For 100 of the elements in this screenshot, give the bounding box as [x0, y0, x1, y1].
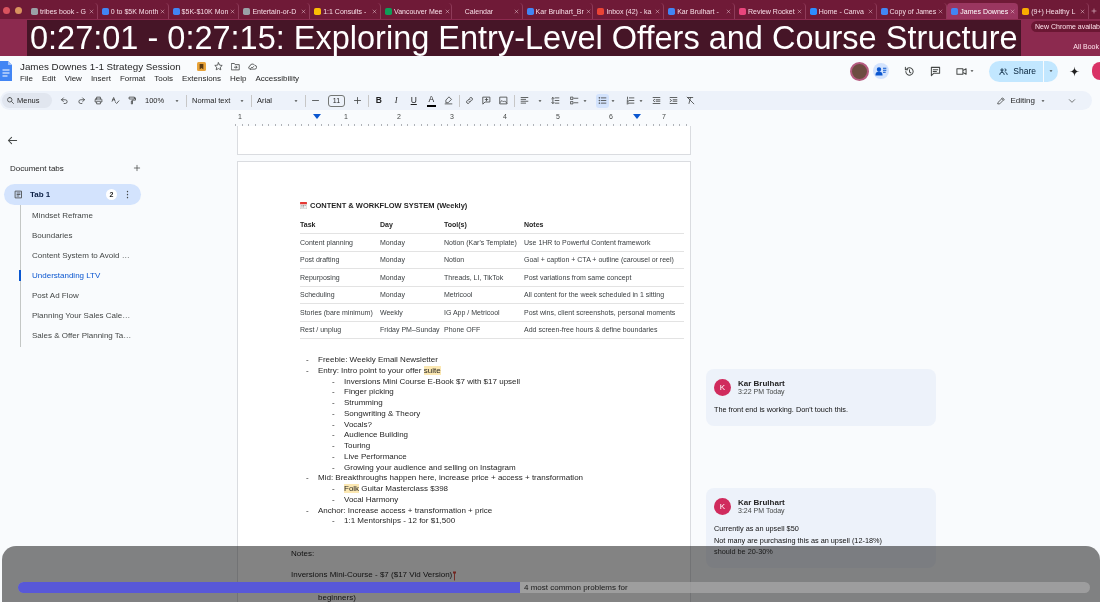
menu-item[interactable]: Edit — [41, 73, 56, 84]
notes-heading: Notes: — [291, 549, 315, 560]
close-tab-icon[interactable] — [513, 8, 519, 14]
window-minimize-icon[interactable] — [15, 7, 22, 14]
share-button[interactable]: Share — [989, 60, 1043, 82]
close-tab-icon[interactable] — [725, 8, 731, 14]
outline-item[interactable]: Boundaries — [19, 229, 73, 241]
history-icon[interactable] — [904, 65, 916, 77]
author-avatar: K — [714, 379, 731, 396]
outline-item[interactable]: Content System to Avoid … — [19, 249, 130, 261]
new-tab-icon[interactable] — [1090, 8, 1097, 14]
italic-button[interactable]: I — [391, 96, 401, 105]
account-avatar-icon[interactable] — [1092, 62, 1100, 80]
bullet-marker: - — [306, 365, 310, 377]
align-left-icon[interactable] — [520, 96, 529, 105]
redo-icon[interactable] — [77, 96, 86, 105]
sparkle-icon[interactable] — [1069, 65, 1080, 77]
link-icon[interactable] — [465, 96, 474, 105]
plus-icon[interactable] — [353, 96, 362, 105]
progress-track[interactable] — [18, 582, 1090, 593]
menu-item[interactable]: View — [64, 73, 82, 84]
comment-icon[interactable] — [930, 65, 942, 77]
editing-mode-dropdown[interactable]: Editing — [996, 96, 1046, 105]
caret-icon — [239, 97, 245, 104]
caret-icon[interactable] — [537, 97, 543, 104]
move-to-folder-icon[interactable] — [230, 62, 240, 71]
caret-icon — [1040, 97, 1046, 104]
line-spacing-icon[interactable] — [551, 96, 560, 105]
list-item-text: Audience Building — [344, 430, 409, 441]
outline-item[interactable]: Sales & Offer Planning Ta… — [19, 329, 132, 341]
outline-item[interactable]: Post Ad Flow — [19, 289, 79, 301]
increase-indent-icon[interactable] — [669, 96, 678, 105]
caret-icon[interactable] — [969, 68, 976, 74]
docs-logo-icon[interactable] — [0, 61, 12, 81]
close-tab-icon[interactable] — [372, 8, 377, 14]
document-title[interactable]: James Downes 1-1 Strategy Session — [20, 60, 181, 73]
underline-button[interactable]: U — [409, 96, 419, 105]
menu-item[interactable]: Tools — [154, 73, 173, 84]
close-tab-icon[interactable] — [230, 8, 236, 14]
outline-item[interactable]: Planning Your Sales Cale… — [19, 309, 131, 321]
numbered-list-button[interactable] — [624, 93, 637, 108]
close-tab-icon[interactable] — [796, 8, 802, 14]
text-color-button[interactable]: A — [426, 94, 436, 107]
print-icon[interactable] — [94, 96, 103, 105]
close-tab-icon[interactable] — [301, 8, 307, 14]
menu-item[interactable]: Format — [119, 73, 146, 84]
chevron-icon[interactable] — [1068, 96, 1076, 105]
video-caption: 0:27:01 - 0:27:15: Exploring Entry-Level Offers and Course Structure — [27, 20, 1021, 56]
close-tab-icon[interactable] — [867, 8, 873, 14]
avatar-placeholder[interactable] — [850, 61, 870, 81]
bullet-marker: - — [332, 408, 336, 420]
close-tab-icon[interactable] — [585, 8, 591, 14]
close-tab-icon[interactable] — [1010, 8, 1016, 14]
outline-item[interactable]: Mindset Reframe — [19, 209, 93, 221]
bold-button[interactable]: B — [374, 96, 384, 105]
bullet-marker: - — [332, 462, 336, 474]
close-tab-icon[interactable] — [88, 8, 94, 14]
menu-item[interactable]: Accessibility — [255, 73, 300, 84]
highlighter-icon[interactable] — [444, 96, 453, 105]
outline-item[interactable]: Understanding LTV — [19, 269, 101, 281]
cloud-saved-icon[interactable] — [247, 62, 257, 71]
contact-card-icon[interactable] — [873, 63, 890, 79]
task-list-button[interactable] — [568, 93, 581, 108]
list-item-text: Touring — [344, 441, 371, 452]
sidebar-heading: Document tabs — [10, 163, 64, 173]
menu-item[interactable]: Help — [230, 73, 247, 84]
close-tab-icon[interactable] — [938, 8, 944, 14]
list-item-text: Folk Guitar Masterclass $398 — [344, 484, 449, 495]
indent-marker-icon[interactable] — [313, 114, 321, 119]
caret-icon[interactable] — [638, 97, 644, 104]
add-tab-icon[interactable] — [133, 164, 141, 172]
decrease-indent-icon[interactable] — [652, 96, 661, 105]
caret-icon[interactable] — [582, 97, 588, 104]
window-close-icon[interactable] — [3, 7, 10, 14]
bullet-marker: - — [332, 484, 336, 495]
video-camera-icon[interactable] — [956, 65, 968, 77]
menu-item[interactable]: Extensions — [181, 73, 222, 84]
close-tab-icon[interactable] — [655, 8, 661, 14]
close-tab-icon[interactable] — [160, 8, 166, 14]
add-comment-icon[interactable] — [482, 96, 491, 105]
bullet-marker: - — [332, 451, 336, 463]
indent-marker-icon[interactable] — [633, 114, 641, 119]
menu-item[interactable]: Insert — [90, 73, 111, 84]
clear-formatting-icon[interactable] — [686, 96, 695, 105]
bullet-marker: - — [332, 441, 336, 452]
undo-icon[interactable] — [60, 96, 69, 105]
bookmark-icon[interactable] — [196, 62, 206, 71]
back-arrow-icon[interactable] — [7, 135, 18, 146]
star-icon[interactable] — [213, 62, 223, 71]
image-icon[interactable] — [499, 96, 508, 105]
list-item-text: Vocals? — [344, 419, 373, 431]
task-list-icon — [570, 96, 579, 105]
close-tab-icon[interactable] — [1079, 8, 1085, 14]
bullet-marker: - — [332, 419, 336, 431]
menu-item[interactable]: File — [20, 73, 33, 84]
paint-format-icon[interactable] — [128, 96, 137, 105]
spellcheck-icon[interactable] — [111, 96, 120, 105]
close-tab-icon[interactable] — [444, 8, 450, 14]
swatch-icon — [426, 104, 436, 107]
bulleted-list-button[interactable] — [596, 93, 609, 108]
